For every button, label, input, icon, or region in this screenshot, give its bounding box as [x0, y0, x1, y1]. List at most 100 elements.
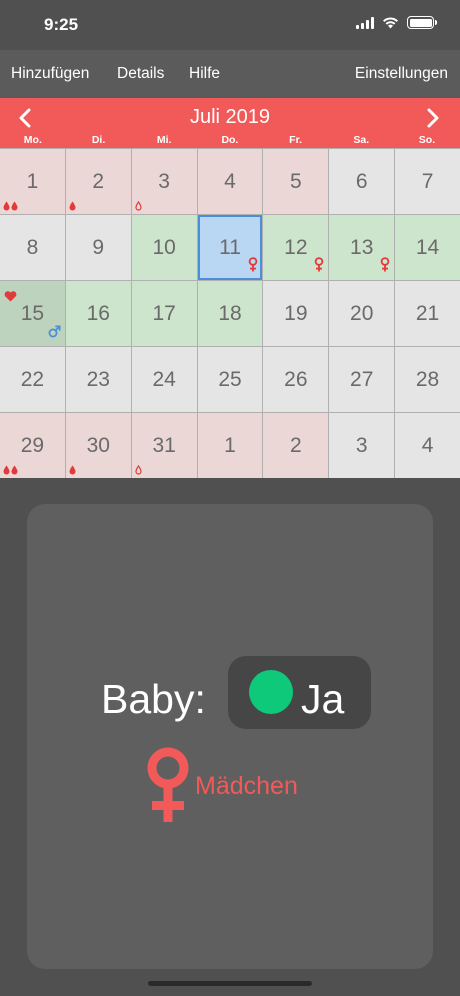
heart-icon: [4, 291, 17, 302]
baby-row: Baby: Ja: [27, 656, 433, 730]
female-icon: [380, 257, 390, 272]
day-cell[interactable]: 31: [131, 413, 197, 478]
day-cell[interactable]: 30: [65, 413, 131, 478]
day-number: 15: [20, 301, 45, 325]
day-number: 27: [350, 367, 374, 391]
period-icons: [69, 465, 76, 475]
day-number: 19: [284, 301, 308, 325]
day-number: 2: [290, 433, 302, 457]
drop-icon: [69, 201, 76, 211]
weekday-label: Mo.: [23, 134, 42, 146]
day-number: 3: [355, 433, 368, 457]
female-icon: [147, 747, 189, 822]
next-month-icon[interactable]: [426, 108, 440, 128]
male-icon: [48, 325, 61, 338]
help-button[interactable]: Hilfe: [189, 65, 220, 83]
day-number: 16: [86, 301, 110, 325]
weekday-label: So.: [418, 134, 436, 146]
day-number: 13: [350, 235, 374, 259]
day-number: 26: [284, 367, 308, 391]
day-cell[interactable]: 20: [329, 281, 395, 346]
day-cell[interactable]: 28: [395, 347, 460, 412]
female-icon: [314, 257, 324, 272]
day-number: 24: [152, 367, 176, 391]
day-cell[interactable]: 15: [0, 281, 65, 346]
day-cell[interactable]: 11: [197, 215, 263, 280]
battery-icon: [407, 16, 437, 29]
wifi-icon: [383, 16, 398, 28]
day-cell[interactable]: 8: [0, 215, 65, 280]
day-cell[interactable]: 4: [395, 413, 460, 478]
day-number: 20: [350, 301, 374, 325]
day-cell[interactable]: 13: [329, 215, 395, 280]
day-cell[interactable]: 10: [131, 215, 197, 280]
day-cell[interactable]: 2: [65, 149, 131, 214]
day-cell[interactable]: 12: [263, 215, 329, 280]
signal-icon: [356, 16, 374, 29]
day-cell[interactable]: 25: [197, 347, 263, 412]
status-icons: [356, 16, 437, 29]
day-cell[interactable]: 7: [395, 149, 460, 214]
calendar-header: Juli 2019 Mo. Di. Mi. Do. Fr. Sa. So.: [0, 98, 460, 148]
status-bar: 9:25: [0, 0, 460, 50]
day-number: 22: [20, 367, 45, 391]
add-button[interactable]: Hinzufügen: [11, 65, 89, 83]
month-title: Juli 2019: [189, 106, 271, 128]
period-icons: [69, 201, 76, 211]
day-cell[interactable]: 3: [329, 413, 395, 478]
day-number: 4: [421, 433, 434, 457]
drop-outline-icon: [135, 465, 142, 475]
day-number: 6: [355, 169, 368, 193]
day-cell[interactable]: 24: [131, 347, 197, 412]
day-number: 8: [26, 235, 39, 259]
day-number: 17: [152, 301, 176, 325]
drop-icon: [11, 201, 18, 211]
day-number: 10: [152, 235, 176, 259]
details-button[interactable]: Details: [117, 65, 164, 83]
day-cell[interactable]: 17: [131, 281, 197, 346]
day-number: 12: [284, 235, 308, 259]
period-icons: [3, 465, 18, 475]
female-icon: [249, 257, 258, 272]
day-number: 2: [92, 169, 105, 193]
day-cell[interactable]: 21: [395, 281, 460, 346]
day-cell[interactable]: 16: [65, 281, 131, 346]
drop-outline-icon: [135, 201, 142, 211]
weekday-label: Do.: [221, 134, 239, 146]
day-cell[interactable]: 23: [65, 347, 131, 412]
day-cell[interactable]: 14: [395, 215, 460, 280]
day-cell[interactable]: 3: [131, 149, 197, 214]
settings-button[interactable]: Einstellungen: [355, 65, 448, 83]
period-icons: [135, 201, 142, 211]
day-cell[interactable]: 9: [65, 215, 131, 280]
day-number: 1: [224, 433, 236, 457]
day-number: 31: [152, 433, 176, 457]
weekday-label: Di.: [91, 134, 106, 146]
day-cell[interactable]: 26: [263, 347, 329, 412]
gender-marker: [314, 254, 324, 278]
day-number: 23: [86, 367, 110, 391]
day-cell[interactable]: 6: [329, 149, 395, 214]
day-cell[interactable]: 18: [197, 281, 263, 346]
day-number: 5: [290, 169, 302, 193]
baby-toggle-button[interactable]: Ja: [228, 656, 371, 729]
gender-marker: [48, 320, 61, 344]
heart-marker: [4, 284, 17, 308]
day-cell[interactable]: 4: [197, 149, 263, 214]
day-cell[interactable]: 29: [0, 413, 65, 478]
gender-marker: [248, 254, 258, 278]
weekday-label: Mi.: [156, 134, 172, 146]
day-number: 1: [26, 169, 39, 193]
day-cell[interactable]: 27: [329, 347, 395, 412]
day-cell[interactable]: 22: [0, 347, 65, 412]
day-number: 25: [218, 367, 242, 391]
toolbar: Hinzufügen Details Hilfe Einstellungen: [0, 50, 460, 98]
day-cell[interactable]: 1: [0, 149, 65, 214]
day-cell[interactable]: 19: [263, 281, 329, 346]
gender-row: Mädchen: [140, 746, 380, 826]
day-cell[interactable]: 5: [263, 149, 329, 214]
day-number: 21: [415, 301, 440, 325]
day-number: 3: [158, 169, 170, 193]
day-cell[interactable]: 2: [263, 413, 329, 478]
day-cell[interactable]: 1: [197, 413, 263, 478]
